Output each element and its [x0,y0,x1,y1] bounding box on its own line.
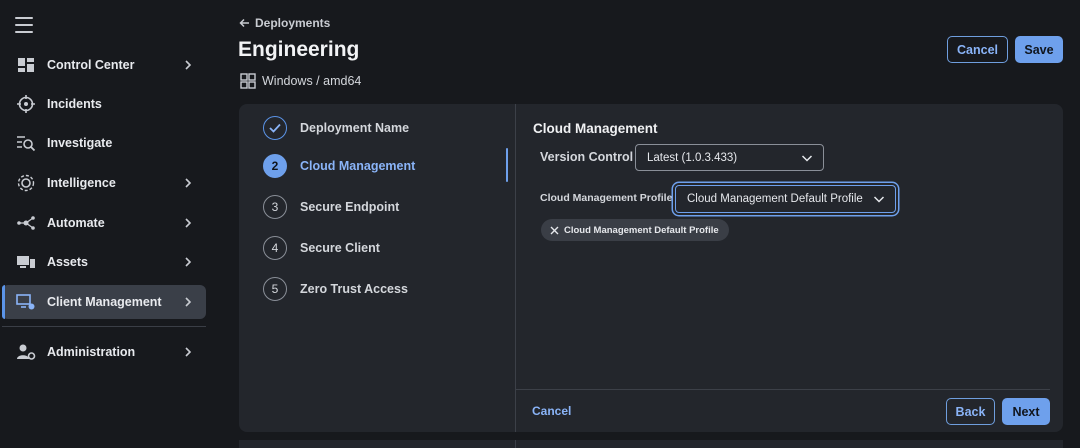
sidebar-item-automate[interactable]: Automate [2,206,206,240]
step-label: Zero Trust Access [300,282,408,296]
save-button[interactable]: Save [1015,36,1063,63]
card-divider [515,104,516,432]
cloud-management-profile-label: Cloud Management Profile [540,192,673,204]
sidebar-item-assets[interactable]: Assets [2,245,206,279]
sidebar-divider [2,326,206,327]
back-button[interactable]: Back [946,398,995,425]
step-secure-client[interactable]: 4 Secure Client [263,236,380,260]
footer-cancel-button[interactable]: Cancel [532,404,571,418]
platform-text: Windows / amd64 [262,74,362,88]
sidebar-item-label: Investigate [47,136,113,150]
step-number: 3 [263,195,287,219]
sidebar-item-label: Incidents [47,97,102,111]
step-cloud-management[interactable]: 2 Cloud Management [263,154,415,178]
hamburger-menu-icon[interactable] [15,17,33,33]
sidebar-item-label: Assets [47,255,88,269]
current-step-indicator [506,148,508,182]
sidebar-item-label: Intelligence [47,176,116,190]
chevron-right-icon [185,178,192,188]
step-number: 4 [263,236,287,260]
step-label: Cloud Management [300,159,416,173]
deployment-wizard-card: Deployment Name 2 Cloud Management 3 Sec… [239,104,1063,432]
chevron-right-icon [185,60,192,70]
sidebar-item-client-management[interactable]: Client Management [2,285,206,319]
arrow-left-icon [239,18,249,28]
windows-icon [240,73,256,89]
client-management-icon [16,294,35,310]
sidebar: Control Center Incidents Investigate Int… [0,0,212,448]
footer-divider [516,389,1050,390]
dashboard-icon [18,58,34,72]
cloud-management-profile-select[interactable]: Cloud Management Default Profile [675,185,896,213]
header-cancel-button[interactable]: Cancel [947,36,1008,63]
profile-value: Cloud Management Default Profile [687,193,863,205]
chevron-down-icon [801,155,813,162]
chevron-right-icon [185,218,192,228]
chevron-right-icon [185,347,192,357]
version-control-label: Version Control [540,150,634,164]
step-label: Deployment Name [300,121,410,135]
back-to-deployments-link[interactable]: Deployments [239,16,330,30]
version-control-value: Latest (1.0.3.433) [647,151,738,164]
automate-icon [17,216,35,230]
administration-icon [17,344,36,360]
step-label: Secure Endpoint [300,200,400,214]
step-zero-trust-access[interactable]: 5 Zero Trust Access [263,277,408,301]
close-icon[interactable] [550,226,559,235]
step-secure-endpoint[interactable]: 3 Secure Endpoint [263,195,399,219]
sidebar-item-label: Administration [47,345,136,359]
chip-label: Cloud Management Default Profile [564,224,719,236]
section-title: Cloud Management [533,121,658,136]
chevron-right-icon [185,257,192,267]
sidebar-item-label: Automate [47,216,105,230]
step-number: 5 [263,277,287,301]
chevron-down-icon [873,196,885,203]
step-deployment-name[interactable]: Deployment Name [263,116,409,140]
selected-profile-chip: Cloud Management Default Profile [541,219,729,241]
sidebar-item-administration[interactable]: Administration [2,335,206,369]
sidebar-item-intelligence[interactable]: Intelligence [2,166,206,200]
chevron-right-icon [185,297,192,307]
check-icon [263,116,287,140]
back-link-label: Deployments [255,16,331,30]
crosshair-icon [17,95,35,113]
next-button[interactable]: Next [1002,398,1050,425]
sidebar-item-incidents[interactable]: Incidents [2,87,206,121]
step-label: Secure Client [300,241,380,255]
page-title: Engineering [238,38,360,61]
sidebar-item-label: Client Management [47,295,162,309]
intelligence-icon [17,174,35,192]
platform-label: Windows / amd64 [240,73,361,89]
sidebar-item-investigate[interactable]: Investigate [2,126,206,160]
assets-icon [17,256,35,268]
next-card-edge [239,440,1063,448]
sidebar-item-control-center[interactable]: Control Center [2,48,206,82]
version-control-select[interactable]: Latest (1.0.3.433) [635,144,824,171]
step-number: 2 [263,154,287,178]
investigate-icon [17,136,36,152]
sidebar-item-label: Control Center [47,58,135,72]
